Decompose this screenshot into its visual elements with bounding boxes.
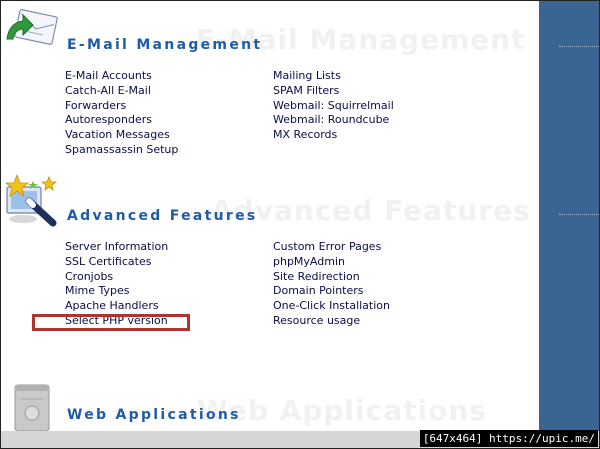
advanced-right-links: Custom Error Pages phpMyAdmin Site Redir…	[273, 240, 390, 329]
sidebar-divider	[559, 214, 599, 215]
cronjobs-link[interactable]: Cronjobs	[65, 270, 168, 285]
mime-types-link[interactable]: Mime Types	[65, 284, 168, 299]
envelope-arrow-icon	[6, 9, 58, 45]
control-panel-frame: E-Mail Management E-Mail Management E-Ma…	[0, 0, 600, 449]
advanced-section-watermark: Advanced Features	[211, 194, 531, 227]
email-right-links: Mailing Lists SPAM Filters Webmail: Squi…	[273, 69, 394, 143]
spamassassin-setup-link[interactable]: Spamassassin Setup	[65, 143, 178, 158]
mx-records-link[interactable]: MX Records	[273, 128, 394, 143]
webmail-roundcube-link[interactable]: Webmail: Roundcube	[273, 113, 394, 128]
domain-pointers-link[interactable]: Domain Pointers	[273, 284, 390, 299]
site-redirection-link[interactable]: Site Redirection	[273, 270, 390, 285]
resource-usage-link[interactable]: Resource usage	[273, 314, 390, 329]
right-sidebar	[539, 1, 599, 431]
webmail-squirrelmail-link[interactable]: Webmail: Squirrelmail	[273, 99, 394, 114]
select-php-version-highlight	[32, 314, 190, 331]
server-information-link[interactable]: Server Information	[65, 240, 168, 255]
catch-all-email-link[interactable]: Catch-All E-Mail	[65, 84, 178, 99]
webapps-section-title: Web Applications	[67, 407, 241, 423]
mailing-lists-link[interactable]: Mailing Lists	[273, 69, 394, 84]
email-accounts-link[interactable]: E-Mail Accounts	[65, 69, 178, 84]
image-size-label: [647x464] https://upic.me/	[419, 430, 598, 447]
email-section-title: E-Mail Management	[67, 37, 263, 53]
ssl-certificates-link[interactable]: SSL Certificates	[65, 255, 168, 270]
vacation-messages-link[interactable]: Vacation Messages	[65, 128, 178, 143]
server-tower-icon	[14, 384, 50, 431]
magic-wand-stars-icon	[4, 173, 58, 227]
email-left-links: E-Mail Accounts Catch-All E-Mail Forward…	[65, 69, 178, 158]
advanced-section-title: Advanced Features	[67, 208, 258, 224]
sidebar-divider	[559, 46, 599, 47]
custom-error-pages-link[interactable]: Custom Error Pages	[273, 240, 390, 255]
autoresponders-link[interactable]: Autoresponders	[65, 113, 178, 128]
apache-handlers-link[interactable]: Apache Handlers	[65, 299, 168, 314]
spam-filters-link[interactable]: SPAM Filters	[273, 84, 394, 99]
phpmyadmin-link[interactable]: phpMyAdmin	[273, 255, 390, 270]
one-click-installation-link[interactable]: One-Click Installation	[273, 299, 390, 314]
forwarders-link[interactable]: Forwarders	[65, 99, 178, 114]
